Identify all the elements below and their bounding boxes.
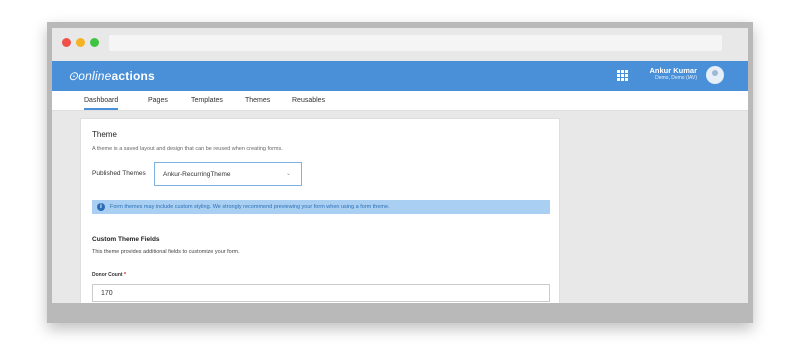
donor-count-input[interactable]: 170: [92, 284, 550, 302]
tab-dashboard[interactable]: Dashboard: [84, 97, 119, 110]
tab-templates[interactable]: Templates: [191, 97, 223, 104]
info-text: Form themes may include custom styling. …: [110, 204, 390, 210]
browser-window: ⊙onlineactions Ankur Kumar Demo, Demo (I…: [52, 28, 748, 303]
selected-theme: Ankur-RecurringTheme: [163, 171, 231, 178]
nav-tabs: Dashboard Pages Templates Themes Reusabl…: [52, 91, 748, 111]
minimize-dot[interactable]: [76, 38, 85, 47]
close-dot[interactable]: [62, 38, 71, 47]
grid-apps-icon[interactable]: [617, 70, 628, 81]
user-avatar-icon[interactable]: [706, 66, 724, 84]
logo-bold-text: actions: [111, 69, 155, 83]
user-info[interactable]: Ankur Kumar Demo, Demo (IAV): [642, 66, 697, 81]
address-bar[interactable]: [109, 35, 722, 51]
app-header: ⊙onlineactions Ankur Kumar Demo, Demo (I…: [52, 61, 748, 91]
donor-count-label-text: Donor Count: [92, 272, 123, 278]
screenshot-frame: ⊙onlineactions Ankur Kumar Demo, Demo (I…: [47, 22, 753, 323]
donor-count-label: Donor Count *: [92, 272, 126, 278]
info-icon: i: [97, 203, 105, 211]
info-banner: i Form themes may include custom styling…: [92, 200, 550, 214]
required-mark: *: [123, 272, 126, 278]
theme-select[interactable]: Ankur-RecurringTheme ⌄: [154, 162, 302, 186]
donor-count-value: 170: [101, 290, 113, 297]
section-title: Theme: [92, 130, 117, 139]
custom-fields-description: This theme provides additional fields to…: [92, 249, 240, 255]
user-name: Ankur Kumar: [649, 66, 697, 75]
tab-reusables[interactable]: Reusables: [292, 97, 325, 104]
published-themes-label: Published Themes: [92, 170, 146, 177]
chevron-down-icon: ⌄: [285, 171, 291, 177]
user-org: Demo, Demo (IAV): [655, 75, 697, 81]
theme-card: Theme A theme is a saved layout and desi…: [80, 118, 560, 303]
maximize-dot[interactable]: [90, 38, 99, 47]
window-controls: [62, 38, 99, 47]
section-description: A theme is a saved layout and design tha…: [92, 146, 283, 152]
tab-themes[interactable]: Themes: [245, 97, 270, 104]
tab-pages[interactable]: Pages: [148, 97, 168, 104]
logo-light-text: online: [78, 69, 112, 83]
logo[interactable]: ⊙onlineactions: [68, 69, 155, 83]
custom-fields-title: Custom Theme Fields: [92, 236, 160, 243]
